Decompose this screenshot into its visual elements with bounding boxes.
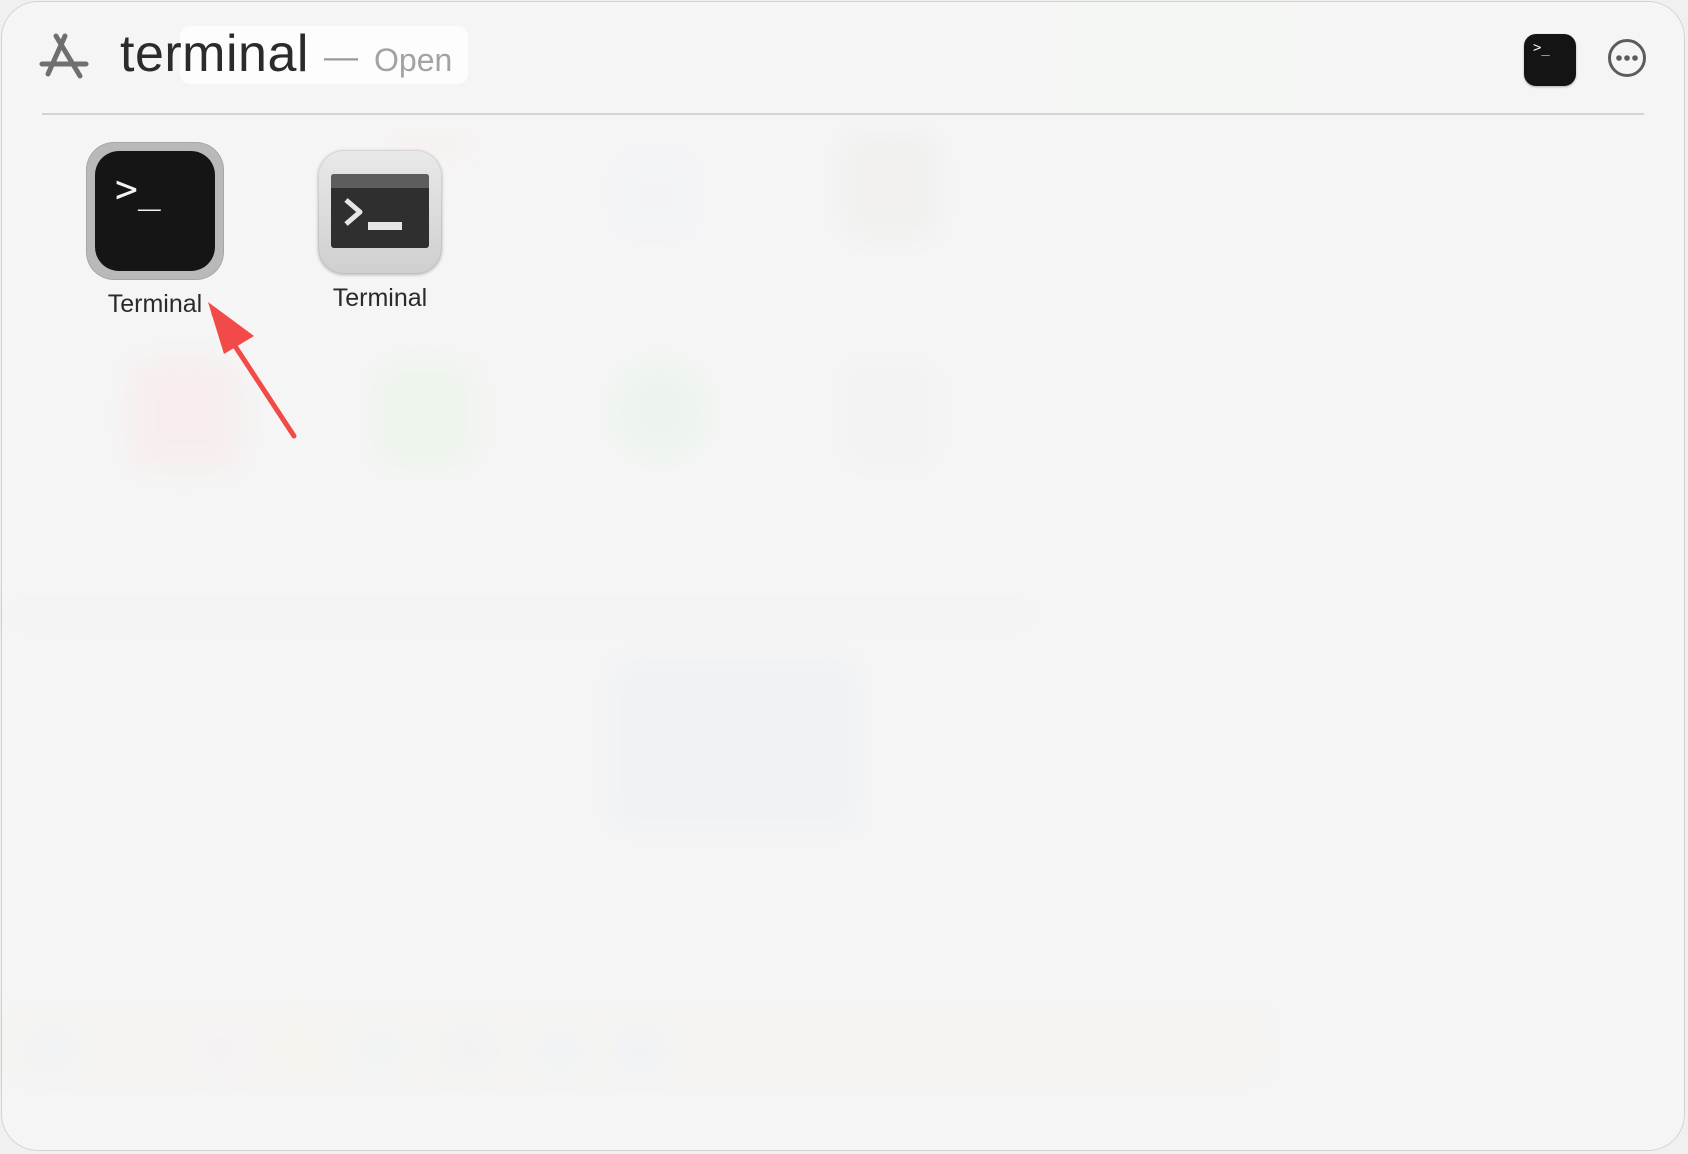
result-label: Terminal [332,284,428,312]
result-terminal-2[interactable]: Terminal [295,142,465,313]
terminal-alt-titlebar [331,174,429,188]
ellipsis-circle-icon[interactable] [1607,38,1647,78]
search-header: terminal — Open >_ [2,2,1684,114]
terminal-app-icon: >_ [86,142,224,280]
action-hint: Open [374,42,453,78]
screen: terminal — Open >_ >_ Terminal Terminal [0,0,1688,1154]
preview-glyph: >_ [1533,40,1550,56]
query-separator: — [324,38,358,76]
spotlight-panel: terminal — Open >_ >_ Terminal Terminal [2,2,1684,1150]
app-store-icon [39,33,89,79]
header-divider [42,113,1644,115]
terminal-preview-icon[interactable]: >_ [1524,34,1576,86]
terminal-alt-app-icon [318,150,442,274]
annotation-arrow-icon [208,302,297,439]
terminal-alt-glyph [344,198,402,230]
terminal-icon-face: >_ [95,151,215,271]
terminal-prompt-glyph: >_ [115,167,161,211]
search-input[interactable]: terminal [120,24,309,84]
